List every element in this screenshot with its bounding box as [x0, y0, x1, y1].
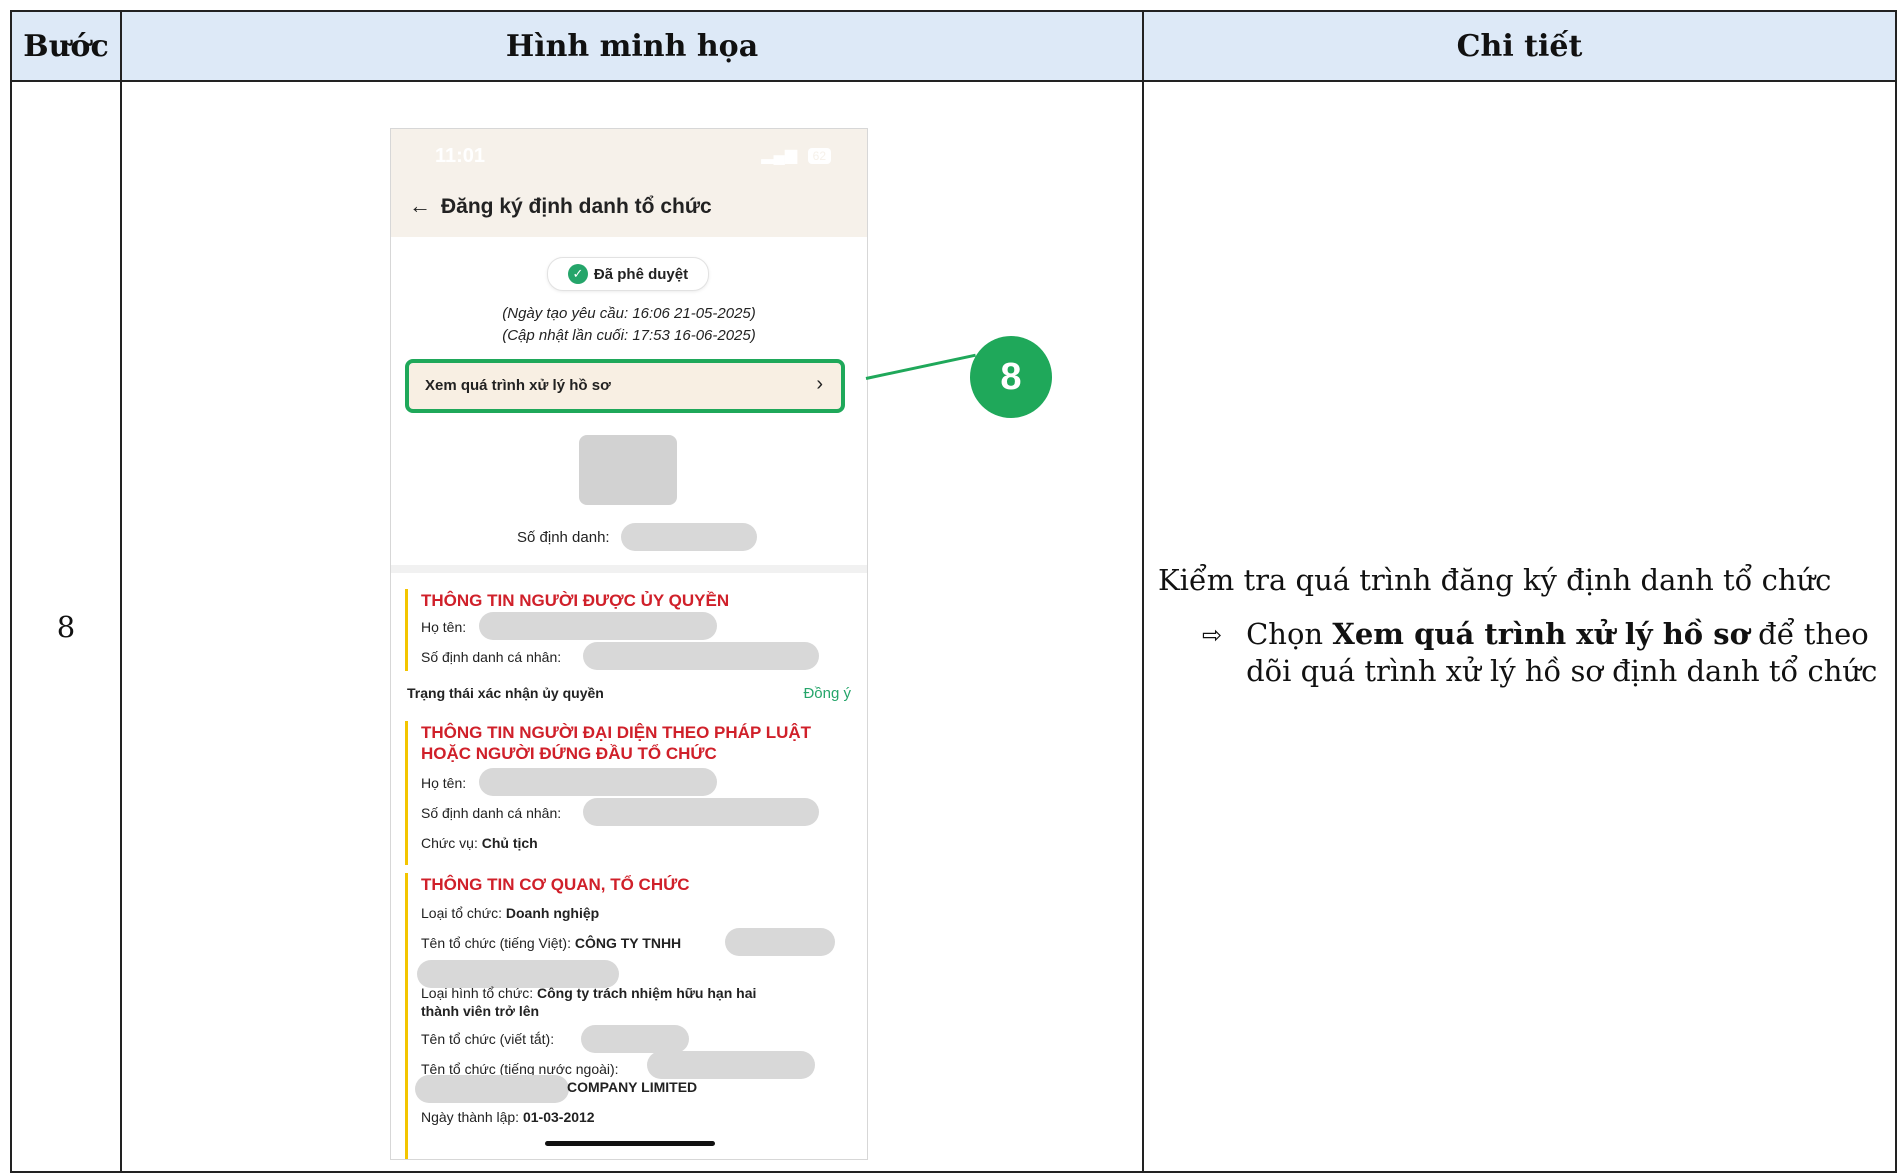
screen-title: Đăng ký định danh tổ chức [441, 195, 712, 218]
auth-status-value: Đồng ý [803, 685, 851, 702]
redacted-field [479, 768, 717, 796]
org-foreign-name-value: COMPANY LIMITED [567, 1079, 697, 1095]
redacted-field [479, 612, 717, 640]
redacted-field [583, 642, 819, 670]
status-badge: ✓ Đã phê duyệt [547, 257, 709, 291]
signal-icon: ▂▄▆ [761, 147, 798, 164]
redacted-field [621, 523, 757, 551]
org-logo-placeholder [579, 435, 677, 505]
founded-value: 01-03-2012 [522, 1109, 595, 1125]
foreign-name-value: COMPANY LIMITED [567, 1079, 698, 1095]
illustration-cell: 11:01 ▂▄▆ 62 ← Đăng ký định danh tổ chức… [120, 80, 1144, 1173]
view-process-label: Xem quá trình xử lý hồ sơ [425, 377, 611, 394]
back-arrow-icon[interactable]: ← [409, 193, 431, 219]
founded-label: Ngày thành lập: [421, 1109, 523, 1125]
home-indicator [545, 1141, 715, 1146]
right-arrow-icon: ⇨ [1202, 620, 1223, 649]
table-header-row: Bước Hình minh họa Chi tiết [10, 10, 1897, 82]
org-form-value-2: thành viên trở lên [421, 1003, 540, 1019]
position-label: Chức vụ: [421, 835, 482, 851]
detail-bullet-text: Chọn Xem quá trình xử lý hồ sơ để theo d… [1246, 616, 1881, 691]
authorized-id-label: Số định danh cá nhân: [421, 649, 562, 665]
representative-id-label: Số định danh cá nhân: [421, 805, 562, 821]
org-form-cont: thành viên trở lên [421, 1003, 539, 1019]
section-organization-title: THÔNG TIN CƠ QUAN, TỔ CHỨC [421, 875, 690, 894]
org-name-vi: Tên tổ chức (tiếng Việt): CÔNG TY TNHH [421, 935, 681, 951]
header-detail: Chi tiết [1142, 10, 1897, 82]
redacted-field [725, 928, 835, 956]
section-representative-title-1: THÔNG TIN NGƯỜI ĐẠI DIỆN THEO PHÁP LUẬT [421, 723, 812, 742]
status-badge-label: Đã phê duyệt [593, 265, 689, 283]
section-representative-title-2: HOẶC NGƯỜI ĐỨNG ĐẦU TỔ CHỨC [421, 744, 717, 763]
section-accent-bar [405, 589, 408, 671]
battery-icon: 62 [807, 148, 831, 164]
bullet-prefix: Chọn [1246, 616, 1333, 651]
header-step: Bước [10, 10, 122, 82]
representative-name-label: Họ tên: [421, 775, 467, 791]
chevron-right-icon: › [816, 373, 823, 395]
guide-table: Bước Hình minh họa Chi tiết 8 11:01 ▂▄▆ … [10, 10, 1897, 1173]
detail-bullet: ⇨ Chọn Xem quá trình xử lý hồ sơ để theo… [1202, 616, 1881, 691]
redacted-field [583, 798, 819, 826]
org-name-vi-value: CÔNG TY TNHH [574, 935, 682, 951]
table-row: 8 11:01 ▂▄▆ 62 ← Đăng ký định danh tổ ch… [10, 80, 1897, 1173]
updated-date: (Cập nhật lần cuối: 17:53 16-06-2025) [502, 327, 756, 344]
redacted-field [647, 1051, 815, 1079]
org-form-value-1: Công ty trách nhiệm hữu hạn hai [537, 985, 757, 1001]
position-value: Chủ tịch [481, 835, 538, 851]
callout-connector [865, 353, 976, 380]
org-name-vi-label: Tên tổ chức (tiếng Việt): [421, 935, 575, 951]
org-form-label: Loại hình tổ chức: [421, 985, 537, 1001]
org-type-value: Doanh nghiệp [505, 905, 600, 921]
app-header: 11:01 ▂▄▆ 62 ← Đăng ký định danh tổ chức [391, 129, 867, 237]
section-accent-bar [405, 873, 408, 1159]
redacted-field [415, 1075, 569, 1103]
status-time: 11:01 [435, 145, 486, 167]
check-circle-icon: ✓ [567, 264, 588, 284]
org-form: Loại hình tổ chức: Công ty trách nhiệm h… [421, 985, 756, 1001]
auth-status-label: Trạng thái xác nhận ủy quyền [407, 685, 604, 701]
representative-position: Chức vụ: Chủ tịch [421, 835, 538, 851]
phone-screenshot: 11:01 ▂▄▆ 62 ← Đăng ký định danh tổ chức… [390, 128, 868, 1160]
id-number-label: Số định danh: [517, 529, 610, 546]
org-type-label: Loại tổ chức: [421, 905, 506, 921]
org-type: Loại tổ chức: Doanh nghiệp [421, 905, 599, 921]
founded-date: Ngày thành lập: 01-03-2012 [421, 1109, 595, 1125]
redacted-field [417, 960, 619, 988]
section-accent-bar [405, 721, 408, 865]
header-illustration: Hình minh họa [120, 10, 1144, 82]
step-number: 8 [10, 80, 122, 1173]
view-process-button[interactable]: Xem quá trình xử lý hồ sơ › [405, 359, 845, 413]
detail-main-text: Kiểm tra quá trình đăng ký định danh tổ … [1158, 562, 1832, 597]
redacted-field [581, 1025, 689, 1053]
org-short-name-label: Tên tổ chức (viết tắt): [421, 1031, 555, 1047]
detail-cell: Kiểm tra quá trình đăng ký định danh tổ … [1142, 80, 1897, 1173]
status-icons: ▂▄▆ 62 [761, 145, 831, 165]
callout-number-badge: 8 [970, 336, 1052, 418]
bullet-bold: Xem quá trình xử lý hồ sơ [1332, 616, 1749, 651]
created-date: (Ngày tạo yêu cầu: 16:06 21-05-2025) [502, 305, 756, 322]
section-divider [391, 565, 867, 573]
authorized-name-label: Họ tên: [421, 619, 467, 635]
section-authorized-title: THÔNG TIN NGƯỜI ĐƯỢC ỦY QUYỀN [421, 591, 730, 610]
